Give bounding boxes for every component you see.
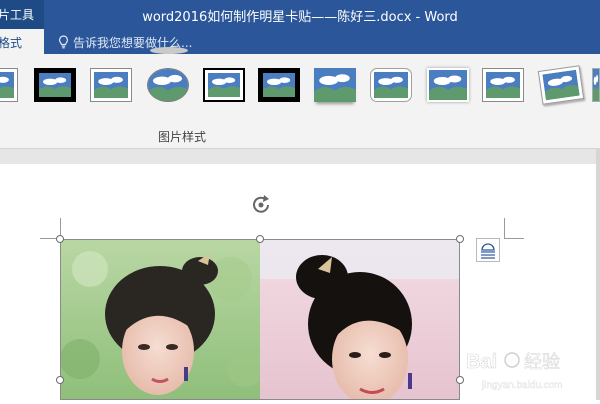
landscape-picture-icon: [314, 68, 356, 102]
resize-handle-middle-left[interactable]: [56, 376, 64, 384]
resize-handle-top-middle[interactable]: [256, 235, 264, 243]
margin-mark-top-right-horizontal: [504, 238, 524, 239]
svg-text:jingyan.baidu.com: jingyan.baidu.com: [481, 380, 563, 391]
landscape-picture-icon: [148, 69, 188, 101]
landscape-picture-icon: [593, 69, 599, 101]
picture-style-reflected[interactable]: [482, 68, 524, 102]
picture-style-oval[interactable]: [147, 68, 189, 102]
picture-style-double-frame[interactable]: [203, 68, 245, 102]
resize-handle-top-left[interactable]: [56, 235, 64, 243]
tab-format-label: 格式: [0, 36, 23, 50]
ribbon-picture-styles: [0, 47, 600, 120]
resize-handle-top-right[interactable]: [456, 235, 464, 243]
picture-style-drop-shadow[interactable]: [314, 68, 356, 102]
landscape-picture-icon: [429, 70, 467, 100]
picture-style-partial[interactable]: [592, 68, 600, 102]
layout-options-button[interactable]: [476, 238, 500, 262]
document-title: word2016如何制作明星卡贴——陈好三.docx - Word: [142, 10, 458, 25]
layout-options-icon: [481, 243, 495, 259]
landscape-picture-icon: [94, 72, 128, 98]
title-bar: 图片工具 word2016如何制作明星卡贴——陈好三.docx - Word 格…: [0, 0, 600, 54]
lightbulb-icon: [59, 35, 68, 49]
svg-text:Bai: Bai: [466, 351, 497, 373]
landscape-picture-icon: [208, 73, 240, 97]
picture-content: [60, 239, 460, 400]
picture-style-rounded-rectangle[interactable]: [370, 68, 412, 102]
picture-style-thick-black[interactable]: [258, 68, 300, 102]
landscape-picture-icon: [39, 73, 71, 97]
svg-text:经验: 经验: [524, 352, 560, 373]
picture-style-rotated-white[interactable]: [537, 65, 585, 105]
picture-style-simple-frame-white[interactable]: [0, 68, 18, 102]
landscape-picture-icon: [263, 73, 295, 97]
selected-picture[interactable]: [60, 239, 460, 400]
tab-format[interactable]: 格式: [0, 29, 44, 54]
oval-shadow: [150, 47, 188, 54]
baidu-jingyan-watermark: Bai 经验 jingyan.baidu.com: [462, 340, 600, 400]
picture-style-soft-edge[interactable]: [427, 68, 469, 102]
landscape-picture-icon: [0, 72, 14, 98]
rotate-handle-icon[interactable]: [250, 194, 272, 216]
ribbon-group-bar: 图片样式: [0, 120, 600, 149]
landscape-picture-icon: [486, 72, 520, 98]
picture-style-simple-frame-black[interactable]: [34, 68, 76, 102]
picture-styles-group-label: 图片样式: [158, 130, 207, 144]
landscape-picture-icon: [542, 69, 580, 101]
landscape-picture-icon: [374, 72, 408, 98]
picture-style-thick-matte[interactable]: [90, 68, 132, 102]
margin-mark-top-right-vertical: [504, 218, 505, 238]
baidu-logo-icon: Bai 经验 jingyan.baidu.com: [466, 351, 563, 391]
